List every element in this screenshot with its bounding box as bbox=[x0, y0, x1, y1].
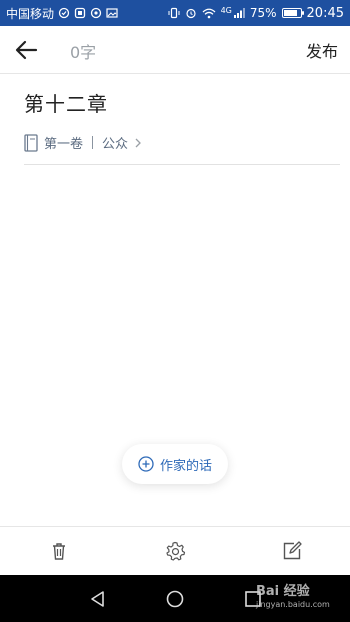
clock: 20:45 bbox=[306, 5, 344, 21]
top-nav: 0字 发布 bbox=[0, 26, 350, 74]
network-type-label: 4G bbox=[220, 5, 232, 15]
alarm-icon bbox=[185, 8, 196, 19]
status-bar: 中国移动 4G 75% 20:45 bbox=[0, 0, 350, 26]
status-bar-right: 4G 75% 20:45 bbox=[168, 6, 344, 21]
status-bar-left: 中国移动 bbox=[6, 5, 118, 22]
trash-icon[interactable] bbox=[48, 540, 70, 562]
signal-icon bbox=[233, 8, 245, 18]
watermark-url: jingyan.baidu.com bbox=[256, 600, 330, 609]
arrow-left-icon[interactable] bbox=[14, 38, 40, 62]
volume-selector[interactable]: 第一卷 公众 bbox=[24, 133, 142, 152]
notification-chat-icon bbox=[90, 7, 102, 19]
baidu-watermark: Bai 经验 jingyan.baidu.com bbox=[256, 580, 336, 616]
battery-percent: 75% bbox=[249, 6, 277, 20]
notification-app-icon bbox=[74, 7, 86, 19]
category-label: 公众 bbox=[102, 137, 129, 152]
chapter-title[interactable]: 第十二章 bbox=[24, 88, 108, 117]
publish-button[interactable]: 发布 bbox=[306, 38, 338, 62]
home-circle-icon[interactable] bbox=[165, 589, 185, 609]
wifi-icon bbox=[202, 8, 216, 19]
notification-image-icon bbox=[106, 8, 118, 18]
battery-fill bbox=[283, 10, 298, 16]
notification-shield-icon bbox=[58, 7, 70, 19]
bottom-toolbar bbox=[0, 527, 350, 575]
volume-separator bbox=[92, 136, 94, 149]
edit-icon[interactable] bbox=[281, 540, 303, 562]
watermark-brand: Bai 经验 bbox=[256, 584, 310, 599]
author-note-button[interactable]: 作家的话 bbox=[122, 444, 228, 484]
gear-icon[interactable] bbox=[164, 540, 186, 562]
plus-circle-icon bbox=[138, 456, 154, 472]
top-nav-divider bbox=[0, 73, 350, 74]
author-note-label: 作家的话 bbox=[159, 458, 212, 474]
volume-label: 第一卷 bbox=[44, 137, 84, 152]
chevron-right-icon bbox=[135, 138, 141, 147]
battery-icon bbox=[281, 8, 305, 18]
book-icon bbox=[24, 133, 38, 152]
back-triangle-icon[interactable] bbox=[88, 589, 108, 609]
content-divider bbox=[24, 164, 340, 165]
word-count: 0字 bbox=[70, 43, 97, 62]
carrier-label: 中国移动 bbox=[6, 6, 55, 21]
vibrate-icon bbox=[168, 7, 180, 19]
